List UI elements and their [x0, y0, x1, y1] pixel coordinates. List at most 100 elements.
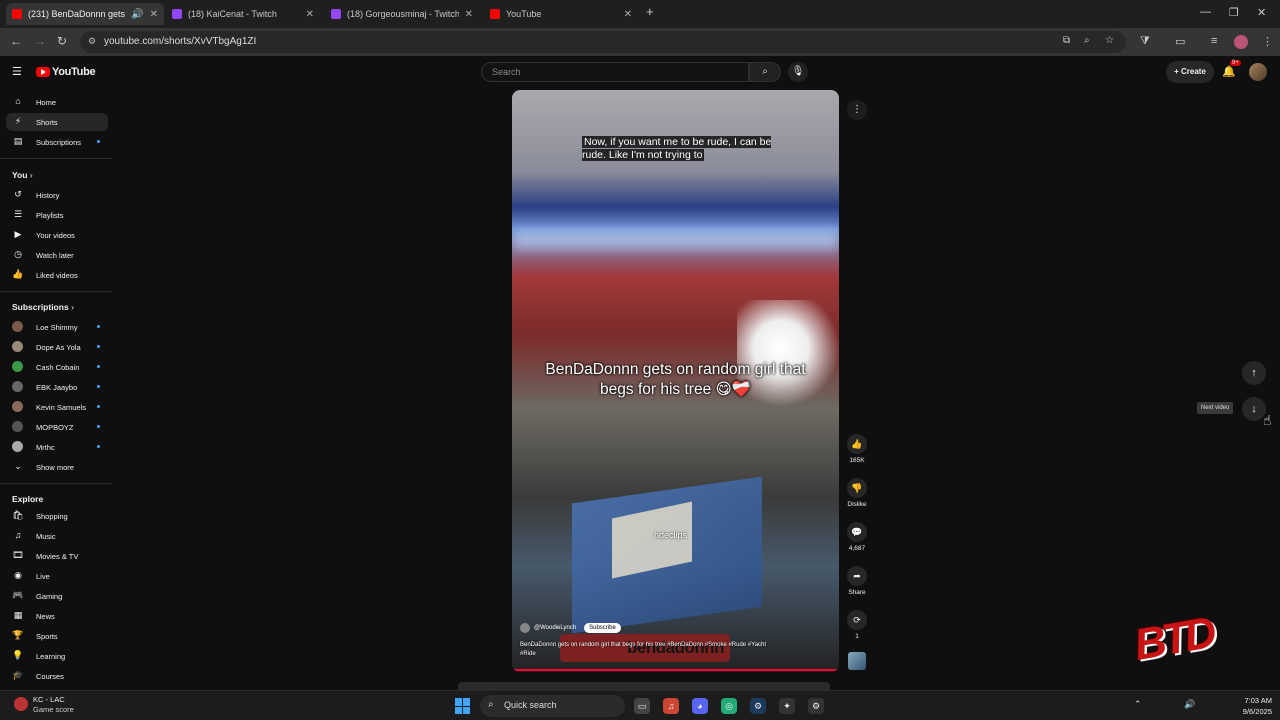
comments-button[interactable]: 💬 4,687	[845, 522, 869, 552]
chrome-icon[interactable]: ◎	[721, 698, 737, 714]
tab-close-icon[interactable]: ✕	[624, 9, 632, 20]
sidebar-item-music[interactable]: ♫ Music	[6, 527, 108, 545]
divider	[0, 158, 112, 159]
channel-avatar	[12, 441, 23, 452]
reload-icon[interactable]: ↻	[57, 34, 67, 48]
sidebar-item-news[interactable]: ▦ News	[6, 607, 108, 625]
sidebar-label: Liked videos	[36, 271, 78, 280]
sidebar-channel[interactable]: EBK Jaaybo	[6, 378, 108, 396]
sidebar-item-liked-videos[interactable]: 👍 Liked videos	[6, 266, 108, 284]
omnibox[interactable]: ⚙ youtube.com/shorts/XvVTbgAg1ZI ⧉ ⌕ ☆	[80, 31, 1126, 53]
zoom-icon[interactable]: ⌕	[1084, 35, 1090, 46]
sidebar-label: Shopping	[36, 512, 68, 521]
sidepanel-icon[interactable]: ▭	[1175, 35, 1185, 48]
remix-button[interactable]: ⟳ 1	[845, 610, 869, 640]
like-button[interactable]: 👍 165K	[845, 434, 869, 464]
create-button[interactable]: + Create	[1166, 61, 1214, 83]
tab-close-icon[interactable]: ✕	[465, 9, 473, 20]
back-arrow-icon[interactable]: ←	[10, 34, 22, 48]
sound-thumbnail[interactable]	[848, 652, 866, 670]
sidebar-label: Subscriptions	[36, 138, 82, 147]
sidebar-item-shorts[interactable]: ⚡ Shorts	[6, 113, 108, 131]
channel-name: Kevin Samuels	[36, 403, 87, 412]
tab-close-icon[interactable]: ✕	[150, 9, 158, 20]
install-icon[interactable]: ⧉	[1063, 35, 1070, 46]
tab-kaicenat[interactable]: (18) KaiCenat - Twitch ✕	[166, 3, 320, 25]
media-icon[interactable]: ≡	[1211, 35, 1217, 47]
taskbar-search[interactable]: ⌕ Quick search	[480, 695, 625, 717]
subscribe-button[interactable]: Subscribe	[584, 623, 621, 633]
tab-close-icon[interactable]: ✕	[306, 9, 314, 20]
video-progress-bar[interactable]	[512, 669, 839, 671]
bookmark-star-icon[interactable]: ☆	[1105, 35, 1114, 46]
sidebar-item-history[interactable]: ↺ History	[6, 186, 108, 204]
sidebar-channel[interactable]: Kevin Samuels	[6, 398, 108, 416]
tab-gorgeousminaj[interactable]: (18) Gorgeousminaj - Twitch ✕	[325, 3, 479, 25]
clock-time: 7:03 AM	[1244, 696, 1272, 705]
system-tray[interactable]: ⌃ 🔊	[1134, 699, 1195, 710]
show-more-label: Show more	[36, 463, 74, 472]
sidebar-item-watch-later[interactable]: ◷ Watch later	[6, 246, 108, 264]
channel-avatar[interactable]	[520, 623, 530, 633]
sidebar-item-your-videos[interactable]: ▶ Your videos	[6, 226, 108, 244]
site-info-icon[interactable]: ⚙	[88, 36, 96, 47]
forward-arrow-icon[interactable]: →	[34, 34, 46, 48]
sidebar-item-playlists[interactable]: ☰ Playlists	[6, 206, 108, 224]
bell-icon[interactable]: 🔔	[1222, 65, 1236, 78]
sidebar-item-courses[interactable]: 🎓 Courses	[6, 667, 108, 685]
tab-title: (18) Gorgeousminaj - Twitch	[347, 9, 459, 19]
tab-youtube-shorts[interactable]: (231) BenDaDonnn gets on 🔊 ✕	[6, 3, 164, 25]
settings-gear-icon[interactable]: ⚙	[808, 698, 824, 714]
window-close-icon[interactable]: ✕	[1257, 6, 1266, 19]
steam-icon[interactable]: ⚙	[750, 698, 766, 714]
minimize-icon[interactable]: —	[1200, 6, 1211, 18]
speaker-icon[interactable]: 🔊	[131, 9, 143, 20]
shorts-video-player[interactable]: Now, if you want me to be rude, I can be…	[512, 90, 839, 672]
sidebar-item-learning[interactable]: 💡 Learning	[6, 647, 108, 665]
search-input[interactable]: Search	[481, 62, 749, 82]
mouse-cursor-icon: ☝	[1263, 412, 1272, 428]
hamburger-menu-icon[interactable]: ☰	[12, 65, 22, 78]
chrome-menu-icon[interactable]: ⋮	[1262, 35, 1273, 48]
youtube-favicon-icon	[12, 9, 22, 19]
channel-handle[interactable]: @WoodieLynch	[534, 625, 576, 631]
sidebar-item-movies[interactable]: 🎞 Movies & TV	[6, 547, 108, 565]
new-tab-icon[interactable]: +	[646, 4, 654, 19]
microphone-icon[interactable]: 🎙	[788, 62, 808, 82]
sidebar-channel[interactable]: Cash Cobain	[6, 358, 108, 376]
taskbar-clock[interactable]: 7:03 AM 9/6/2025	[1230, 695, 1272, 717]
you-heading[interactable]: You ›	[12, 170, 33, 180]
discord-icon[interactable]: ◕	[692, 698, 708, 714]
tab-youtube[interactable]: YouTube ✕	[484, 3, 638, 25]
url-text[interactable]: youtube.com/shorts/XvVTbgAg1ZI	[104, 36, 256, 47]
youtube-logo-icon[interactable]	[36, 67, 50, 77]
task-view-icon[interactable]: ▭	[634, 698, 650, 714]
search-icon[interactable]: ⌕	[749, 62, 781, 82]
app-icon[interactable]: ✦	[779, 698, 795, 714]
sidebar-channel[interactable]: Mrthc	[6, 438, 108, 456]
extensions-icon[interactable]: ⧩	[1140, 35, 1150, 48]
more-options-icon[interactable]: ⋮	[847, 100, 867, 120]
sidebar-channel[interactable]: Dope As Yola	[6, 338, 108, 356]
sidebar-item-gaming[interactable]: 🎮 Gaming	[6, 587, 108, 605]
restore-icon[interactable]: ❐	[1229, 6, 1239, 19]
sidebar-item-home[interactable]: ⌂ Home	[6, 93, 108, 111]
show-more-button[interactable]: ⌄ Show more	[6, 458, 108, 476]
previous-video-button[interactable]: ↑	[1242, 361, 1266, 385]
subscriptions-heading[interactable]: Subscriptions ›	[12, 302, 74, 312]
video-description[interactable]: BenDaDonnn gets on random girl that begs…	[520, 641, 780, 659]
profile-avatar[interactable]	[1234, 35, 1248, 49]
taskbar-search-label: Quick search	[504, 700, 557, 710]
windows-start-icon[interactable]	[455, 698, 471, 714]
sidebar-channel[interactable]: Loe Shimmy	[6, 318, 108, 336]
youtube-logo-text[interactable]: YouTube	[52, 66, 96, 78]
sidebar-item-subscriptions[interactable]: ▤ Subscriptions	[6, 133, 108, 151]
dislike-button[interactable]: 👎 Dislike	[845, 478, 869, 508]
itunes-icon[interactable]: ♫	[663, 698, 679, 714]
sidebar-item-live[interactable]: ◉ Live	[6, 567, 108, 585]
sidebar-channel[interactable]: MOPBOYZ	[6, 418, 108, 436]
account-avatar[interactable]	[1249, 63, 1267, 81]
sidebar-item-sports[interactable]: 🏆 Sports	[6, 627, 108, 645]
sidebar-item-shopping[interactable]: 🛍 Shopping	[6, 507, 108, 525]
share-button[interactable]: ➦ Share	[845, 566, 869, 596]
